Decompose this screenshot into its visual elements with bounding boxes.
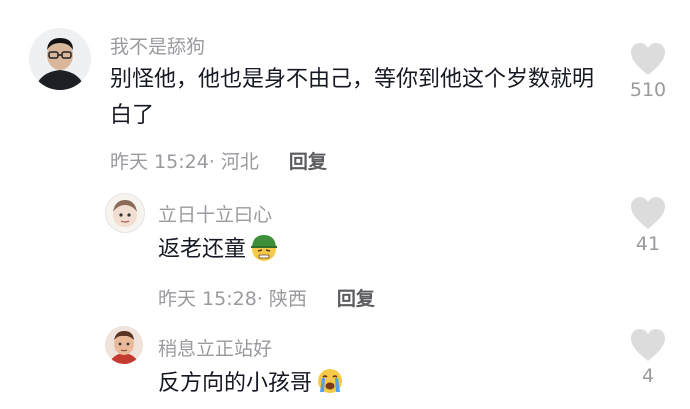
comment-username[interactable]: 稍息立正站好 bbox=[158, 334, 272, 361]
heart-icon bbox=[631, 329, 665, 361]
comment-text-content: 反方向的小孩哥 bbox=[158, 371, 313, 396]
like-count: 4 bbox=[641, 365, 655, 387]
cartoon-boy-avatar-icon bbox=[105, 326, 143, 364]
like-button[interactable]: 4 bbox=[618, 328, 678, 387]
comment-item: 稍息立正站好 反方向的小孩哥 4 bbox=[0, 0, 690, 409]
loudly-crying-emoji-icon bbox=[315, 366, 345, 408]
user-avatar[interactable] bbox=[105, 326, 143, 364]
comment-text: 反方向的小孩哥 bbox=[158, 366, 598, 408]
